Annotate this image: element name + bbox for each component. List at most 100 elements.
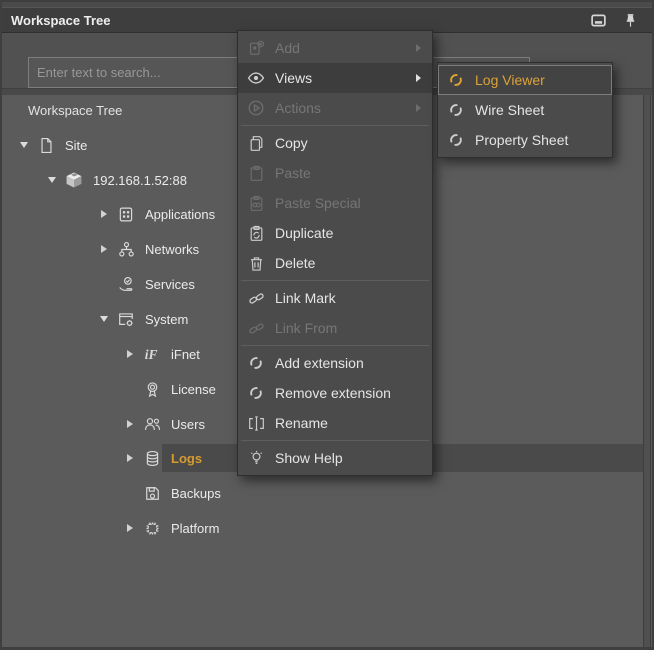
- expander-collapsed-icon[interactable]: [94, 240, 113, 259]
- tree-label: Services: [145, 277, 195, 292]
- menu-separator: [241, 280, 429, 281]
- menu-item-remove-extension[interactable]: Remove extension: [238, 378, 432, 408]
- menu-item-label: Rename: [275, 415, 426, 431]
- menu-item-label: Delete: [275, 255, 426, 271]
- views-submenu: Log Viewer Wire Sheet Property Sheet: [437, 62, 613, 158]
- titlebar-icons: [590, 12, 652, 29]
- submenu-arrow-icon: [416, 104, 421, 112]
- expander-collapsed-icon[interactable]: [94, 205, 113, 224]
- submenu-item-log-viewer[interactable]: Log Viewer: [438, 65, 612, 95]
- expander-placeholder: [94, 275, 113, 294]
- spinner-arcs-icon: [447, 101, 465, 119]
- menu-separator: [241, 440, 429, 441]
- menu-item-label: Add extension: [275, 355, 426, 371]
- submenu-item-label: Property Sheet: [475, 132, 606, 148]
- submenu-item-wire-sheet[interactable]: Wire Sheet: [438, 95, 612, 125]
- menu-item-rename[interactable]: Rename: [238, 408, 432, 438]
- clipboard-icon: [247, 164, 265, 182]
- menu-item-label: Paste: [275, 165, 426, 181]
- menu-item-duplicate[interactable]: Duplicate: [238, 218, 432, 248]
- expander-expanded-icon[interactable]: [14, 136, 33, 155]
- submenu-item-label: Log Viewer: [475, 72, 606, 88]
- tree-label: 192.168.1.52:88: [93, 173, 187, 188]
- copy-pages-icon: [247, 134, 265, 152]
- network-nodes-icon: [116, 239, 136, 259]
- menu-item-views[interactable]: Views: [238, 63, 432, 93]
- expander-expanded-icon[interactable]: [42, 171, 61, 190]
- menu-item-add[interactable]: Add: [238, 33, 432, 63]
- clipboard-refresh-icon: [247, 224, 265, 242]
- menu-item-add-extension[interactable]: Add extension: [238, 348, 432, 378]
- database-icon: [142, 448, 162, 468]
- menu-item-label: Remove extension: [275, 385, 426, 401]
- menu-item-label: Link Mark: [275, 290, 426, 306]
- menu-item-delete[interactable]: Delete: [238, 248, 432, 278]
- menu-item-link-from[interactable]: Link From: [238, 313, 432, 343]
- menu-item-label: Link From: [275, 320, 426, 336]
- submenu-arrow-icon: [416, 74, 421, 82]
- menu-item-label: Add: [275, 40, 416, 56]
- menu-item-paste-special[interactable]: Paste Special: [238, 188, 432, 218]
- expander-collapsed-icon[interactable]: [120, 519, 139, 538]
- menu-item-label: Duplicate: [275, 225, 426, 241]
- menu-item-paste[interactable]: Paste: [238, 158, 432, 188]
- cpu-chip-icon: [142, 518, 162, 538]
- clipboard-link-icon: [247, 194, 265, 212]
- tree-label: iFnet: [171, 347, 200, 362]
- menu-item-show-help[interactable]: Show Help: [238, 443, 432, 473]
- chain-link-icon: [247, 289, 265, 307]
- floppy-disk-icon: [142, 483, 162, 503]
- trash-icon: [247, 254, 265, 272]
- tree-label: Site: [65, 138, 87, 153]
- spinner-arcs-icon: [247, 384, 265, 402]
- tree-label: System: [145, 312, 188, 327]
- context-menu: Add Views Actions Copy: [237, 30, 433, 476]
- svg-text:iF: iF: [145, 347, 158, 362]
- menu-item-copy[interactable]: Copy: [238, 128, 432, 158]
- people-icon: [142, 414, 162, 434]
- award-ribbon-icon: [142, 379, 162, 399]
- expander-collapsed-icon[interactable]: [120, 415, 139, 434]
- device-cube-icon: [64, 170, 84, 190]
- tree-panel-header: Workspace Tree: [28, 103, 122, 118]
- tree-row-platform[interactable]: Platform: [2, 511, 642, 545]
- spinner-arcs-icon: [447, 71, 465, 89]
- panel-title: Workspace Tree: [2, 13, 110, 28]
- expander-collapsed-icon[interactable]: [120, 345, 139, 364]
- menu-item-actions[interactable]: Actions: [238, 93, 432, 123]
- tree-label: Users: [171, 417, 205, 432]
- menu-separator: [241, 125, 429, 126]
- expander-collapsed-icon[interactable]: [120, 449, 139, 468]
- submenu-item-property-sheet[interactable]: Property Sheet: [438, 125, 612, 155]
- menu-separator: [241, 345, 429, 346]
- menu-item-label: Show Help: [275, 450, 426, 466]
- expander-expanded-icon[interactable]: [94, 310, 113, 329]
- ifnet-logo-icon: iF: [142, 344, 162, 364]
- tree-label: Applications: [145, 207, 215, 222]
- pin-icon[interactable]: [623, 13, 638, 28]
- play-circle-icon: [247, 99, 265, 117]
- spinner-arcs-icon: [247, 354, 265, 372]
- dock-window-icon[interactable]: [590, 12, 607, 29]
- scrollbar-track[interactable]: [643, 95, 651, 647]
- submenu-arrow-icon: [416, 44, 421, 52]
- menu-item-label: Actions: [275, 100, 416, 116]
- expander-placeholder: [120, 484, 139, 503]
- tree-label: Networks: [145, 242, 199, 257]
- rename-cursor-icon: [247, 414, 265, 432]
- lightbulb-icon: [247, 449, 265, 467]
- menu-item-link-mark[interactable]: Link Mark: [238, 283, 432, 313]
- hand-check-icon: [116, 274, 136, 294]
- tree-label-selected: Logs: [171, 451, 202, 466]
- add-document-icon: [247, 39, 265, 57]
- tree-row-backups[interactable]: Backups: [2, 476, 642, 510]
- applications-grid-icon: [116, 204, 136, 224]
- menu-item-label: Paste Special: [275, 195, 426, 211]
- document-icon: [36, 135, 56, 155]
- menu-item-label: Copy: [275, 135, 426, 151]
- menu-item-label: Views: [275, 70, 416, 86]
- spinner-arcs-icon: [447, 131, 465, 149]
- tree-label: License: [171, 382, 216, 397]
- chain-link-icon: [247, 319, 265, 337]
- window-gear-icon: [116, 309, 136, 329]
